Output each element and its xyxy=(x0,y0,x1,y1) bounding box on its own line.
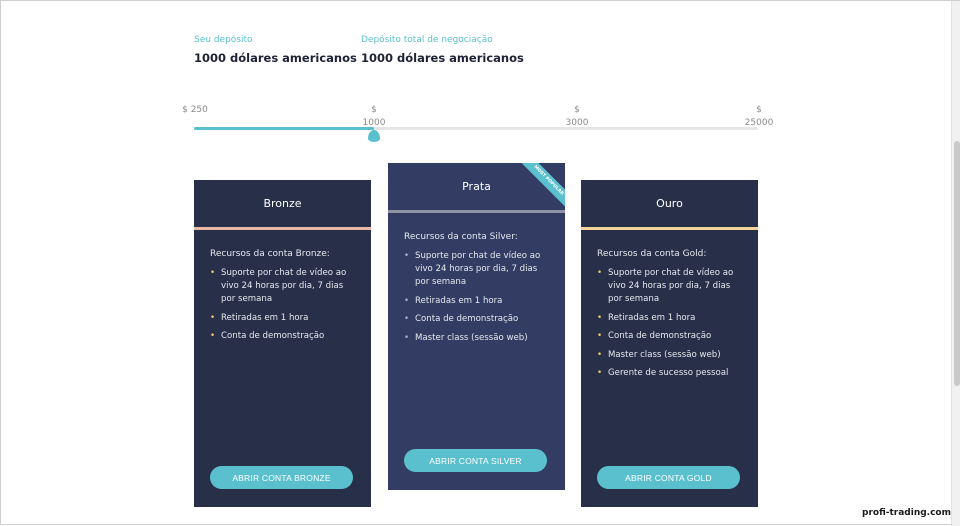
plan-feature: Retiradas em 1 hora xyxy=(597,312,742,325)
plan-resources-title: Recursos da conta Silver: xyxy=(404,232,518,242)
plan-feature: Retiradas em 1 hora xyxy=(210,312,355,325)
plan-feature: Suporte por chat de vídeo ao vivo 24 hor… xyxy=(597,267,742,306)
plan-resources-title: Recursos da conta Gold: xyxy=(597,249,707,259)
most-popular-ribbon: MOST POPULAR xyxy=(515,163,565,213)
plan-feature: Conta de demonstração xyxy=(404,313,549,326)
plan-feature: Master class (sessão web) xyxy=(404,332,549,345)
plan-feature-list: Suporte por chat de vídeo ao vivo 24 hor… xyxy=(597,267,742,380)
plan-feature: Gerente de sucesso pessoal xyxy=(597,367,742,380)
plan-name: Ouro xyxy=(656,197,683,210)
plan-feature: Conta de demonstração xyxy=(597,330,742,343)
deposit-info: Seu depósito 1000 dólares americanos xyxy=(194,35,357,65)
plan-card-bronze: Bronze Recursos da conta Bronze: Suporte… xyxy=(194,180,371,507)
plan-feature: Suporte por chat de vídeo ao vivo 24 hor… xyxy=(404,250,549,289)
total-deposit-info: Depósito total de negociação 1000 dólare… xyxy=(361,35,524,65)
deposit-slider-track[interactable] xyxy=(194,127,758,130)
plan-feature: Retiradas em 1 hora xyxy=(404,295,549,308)
plan-card-silver: Prata Recursos da conta Silver: Suporte … xyxy=(388,163,565,490)
slider-tick-currency: $ xyxy=(574,105,580,115)
total-deposit-value: 1000 dólares americanos xyxy=(361,51,524,65)
most-popular-badge: MOST POPULAR xyxy=(519,163,565,210)
plan-card-gold: Ouro Recursos da conta Gold: Suporte por… xyxy=(581,180,758,507)
plan-name: Bronze xyxy=(263,197,302,210)
open-bronze-account-button[interactable]: ABRIR CONTA BRONZE xyxy=(210,466,353,489)
scrollbar-thumb[interactable] xyxy=(954,141,960,386)
deposit-value: 1000 dólares americanos xyxy=(194,51,357,65)
scrollbar[interactable] xyxy=(951,1,960,526)
plan-feature: Conta de demonstração xyxy=(210,330,355,343)
deposit-slider-handle[interactable] xyxy=(368,130,380,142)
slider-tick-250[interactable]: $ 250 xyxy=(170,104,220,117)
plan-feature-list: Suporte por chat de vídeo ao vivo 24 hor… xyxy=(210,267,355,343)
watermark: profi-trading.com xyxy=(862,508,951,518)
deposit-label: Seu depósito xyxy=(194,35,253,45)
plan-resources-title: Recursos da conta Bronze: xyxy=(210,249,330,259)
plan-feature-list: Suporte por chat de vídeo ao vivo 24 hor… xyxy=(404,250,549,345)
plan-feature: Master class (sessão web) xyxy=(597,349,742,362)
total-deposit-label: Depósito total de negociação xyxy=(361,35,493,45)
deposit-slider-fill xyxy=(194,127,374,130)
slider-tick-label: $ 250 xyxy=(182,105,208,115)
slider-tick-currency: $ xyxy=(371,105,377,115)
open-silver-account-button[interactable]: ABRIR CONTA SILVER xyxy=(404,449,547,472)
plan-feature: Suporte por chat de vídeo ao vivo 24 hor… xyxy=(210,267,355,306)
slider-tick-currency: $ xyxy=(756,105,762,115)
open-gold-account-button[interactable]: ABRIR CONTA GOLD xyxy=(597,466,740,489)
